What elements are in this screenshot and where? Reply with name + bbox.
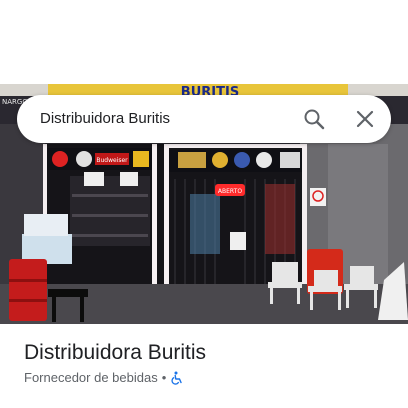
place-name: Distribuidora Buritis	[24, 341, 207, 364]
place-subtitle: Fornecedor de bebidas •	[24, 370, 184, 385]
close-icon[interactable]	[353, 107, 377, 131]
separator: •	[161, 370, 167, 385]
wheelchair-accessible-icon	[170, 371, 184, 385]
search-icon[interactable]	[302, 107, 326, 131]
place-category: Fornecedor de bebidas	[24, 370, 158, 385]
search-bar[interactable]: Distribuidora Buritis	[17, 95, 391, 143]
beer-sign-text: Budweiser	[96, 157, 128, 164]
search-input[interactable]: Distribuidora Buritis	[40, 110, 170, 127]
neon-sign-text: ABERTO	[218, 188, 242, 195]
